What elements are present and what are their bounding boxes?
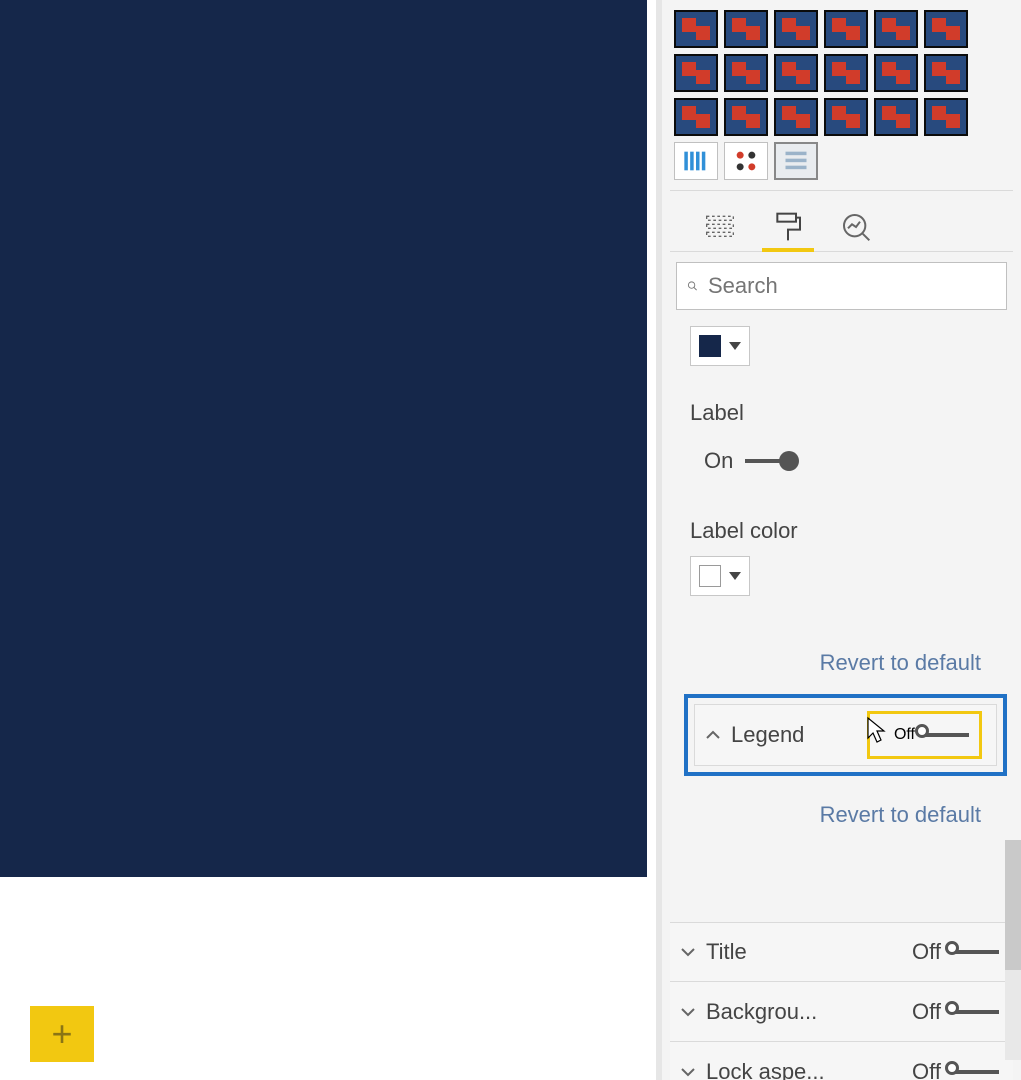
fields-icon <box>704 211 736 243</box>
section-label: Title <box>706 939 747 965</box>
chevron-down-icon <box>729 572 741 580</box>
visualization-gallery <box>670 0 1013 191</box>
section-toggle[interactable] <box>949 1010 999 1014</box>
label-toggle-state: On <box>704 448 733 474</box>
search-input[interactable] <box>708 273 996 299</box>
cursor-icon <box>864 716 888 746</box>
viz-tile[interactable] <box>874 98 918 136</box>
viz-tile-extra-1[interactable] <box>674 142 718 180</box>
section-toggle-state: Off <box>912 1059 941 1080</box>
dots-icon <box>732 147 760 175</box>
search-container <box>670 252 1013 322</box>
color-swatch-light <box>699 565 721 587</box>
viz-tile[interactable] <box>774 54 818 92</box>
label-heading: Label <box>690 400 1001 426</box>
section-label: Backgrou... <box>706 999 817 1025</box>
list-icon <box>782 147 810 175</box>
viz-tile[interactable] <box>674 98 718 136</box>
viz-tile[interactable] <box>924 98 968 136</box>
viz-tile[interactable] <box>824 98 868 136</box>
viz-tile[interactable] <box>674 54 718 92</box>
grid-icon <box>682 147 710 175</box>
chevron-down-icon <box>729 342 741 350</box>
label-toggle-row: On <box>704 448 1001 474</box>
revert-link-1[interactable]: Revert to default <box>690 642 1001 694</box>
paint-roller-icon <box>772 211 804 243</box>
label-color-heading: Label color <box>690 518 1001 544</box>
report-canvas[interactable] <box>0 0 647 877</box>
search-icon <box>687 274 698 298</box>
revert-link-2[interactable]: Revert to default <box>690 794 1001 846</box>
viz-tile[interactable] <box>724 54 768 92</box>
add-page-button[interactable]: + <box>30 1006 94 1062</box>
section-row-title[interactable]: Title Off <box>670 922 1013 982</box>
viz-tile[interactable] <box>724 98 768 136</box>
legend-toggle-highlight[interactable]: Off <box>867 711 982 759</box>
report-canvas-container: + <box>0 0 656 1080</box>
legend-highlight-box: Legend Off <box>684 694 1007 776</box>
section-toggle-state: Off <box>912 999 941 1025</box>
search-box[interactable] <box>676 262 1007 310</box>
analytics-icon <box>840 211 872 243</box>
viz-tile[interactable] <box>874 10 918 48</box>
analytics-tab[interactable] <box>836 203 876 251</box>
legend-label: Legend <box>731 722 804 748</box>
label-color-picker[interactable] <box>690 556 750 596</box>
chevron-down-icon <box>680 1064 696 1080</box>
viz-tile[interactable] <box>774 10 818 48</box>
fields-tab[interactable] <box>700 203 740 251</box>
legend-section-row[interactable]: Legend Off <box>694 704 997 766</box>
viz-tile[interactable] <box>924 54 968 92</box>
legend-toggle-state: Off <box>894 726 915 744</box>
format-tab-row <box>670 191 1013 252</box>
sections-list: Title Off Backgrou... Off <box>670 922 1013 1080</box>
label-toggle[interactable] <box>745 459 795 463</box>
section-row-background[interactable]: Backgrou... Off <box>670 982 1013 1042</box>
color-picker-1[interactable] <box>690 326 750 366</box>
section-toggle-state: Off <box>912 939 941 965</box>
visualizations-panel: Label On Label color Revert to default L… <box>662 0 1021 1080</box>
viz-tile[interactable] <box>674 10 718 48</box>
chevron-up-icon <box>705 727 721 743</box>
legend-toggle[interactable] <box>919 733 969 737</box>
viz-tile[interactable] <box>874 54 918 92</box>
viz-tile[interactable] <box>924 10 968 48</box>
viz-tile[interactable] <box>774 98 818 136</box>
section-label: Lock aspe... <box>706 1059 825 1080</box>
section-row-lock-aspect[interactable]: Lock aspe... Off <box>670 1042 1013 1080</box>
viz-tile[interactable] <box>724 10 768 48</box>
viz-tile[interactable] <box>824 10 868 48</box>
color-swatch-dark <box>699 335 721 357</box>
viz-tile-extra-2[interactable] <box>724 142 768 180</box>
section-toggle[interactable] <box>949 950 999 954</box>
scrollbar-thumb[interactable] <box>1005 840 1021 970</box>
chevron-down-icon <box>680 944 696 960</box>
section-toggle[interactable] <box>949 1070 999 1074</box>
viz-tile-extra-3[interactable] <box>774 142 818 180</box>
canvas-footer-area <box>0 877 656 1080</box>
chevron-down-icon <box>680 1004 696 1020</box>
format-tab[interactable] <box>768 203 808 251</box>
format-body: Label On Label color Revert to default L… <box>670 322 1013 922</box>
viz-tile[interactable] <box>824 54 868 92</box>
